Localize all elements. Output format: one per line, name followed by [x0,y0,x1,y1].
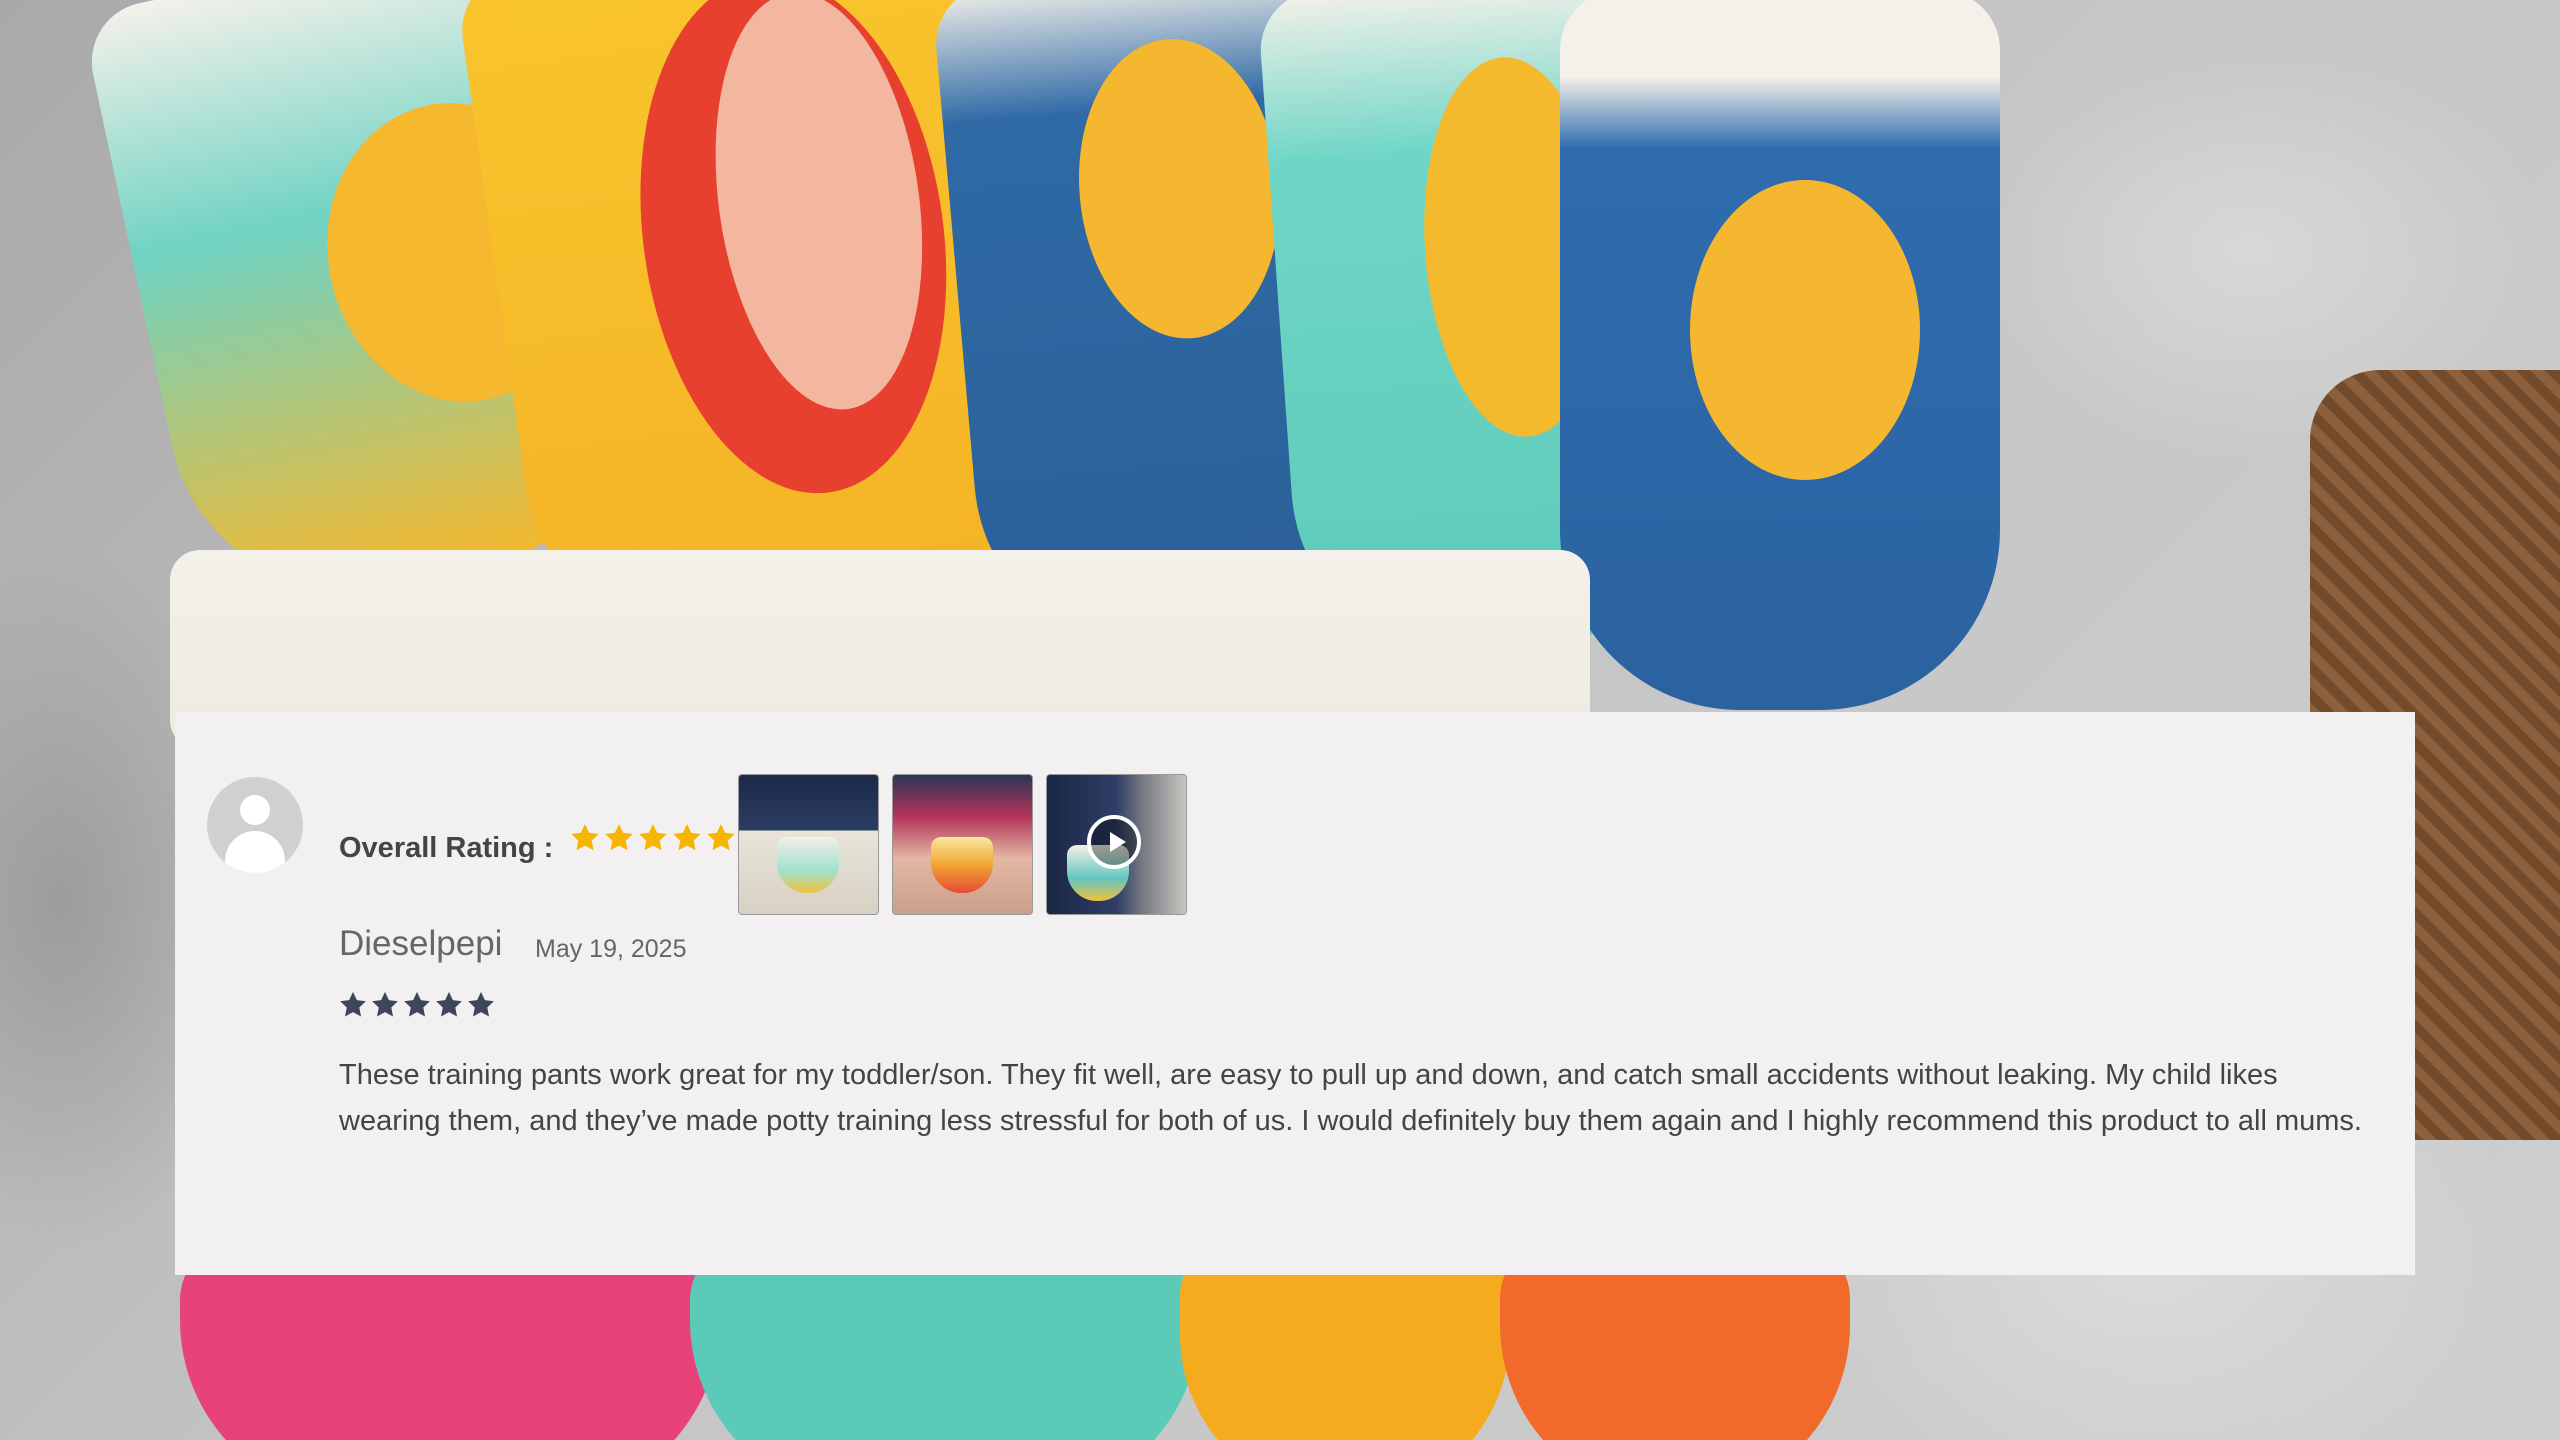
star-icon [639,824,667,851]
star-icon [372,991,398,1017]
star-icon [673,824,701,851]
star-icon [340,991,366,1017]
review-media-list [738,774,1187,915]
review-photo-thumbnail[interactable] [738,774,879,915]
star-icon [571,824,599,851]
review-date: May 19, 2025 [535,935,687,963]
review-photo-thumbnail[interactable] [892,774,1033,915]
review-card: Overall Rating : Dieselpepi May 19, 2025… [175,712,2415,1275]
reviewer-name: Dieselpepi [339,924,503,963]
star-icon [436,991,462,1017]
review-rating-stars [338,990,496,1020]
star-icon [605,824,633,851]
training-pant-blue-bird [1560,0,2000,710]
play-icon[interactable] [1087,815,1141,869]
star-icon [707,824,735,851]
star-icon [468,991,494,1017]
star-icon [404,991,430,1017]
review-text: These training pants work great for my t… [339,1059,2362,1137]
avatar [207,777,303,873]
overall-rating-label: Overall Rating : [339,832,554,864]
overall-rating-stars [569,822,737,854]
review-video-thumbnail[interactable] [1046,774,1187,915]
